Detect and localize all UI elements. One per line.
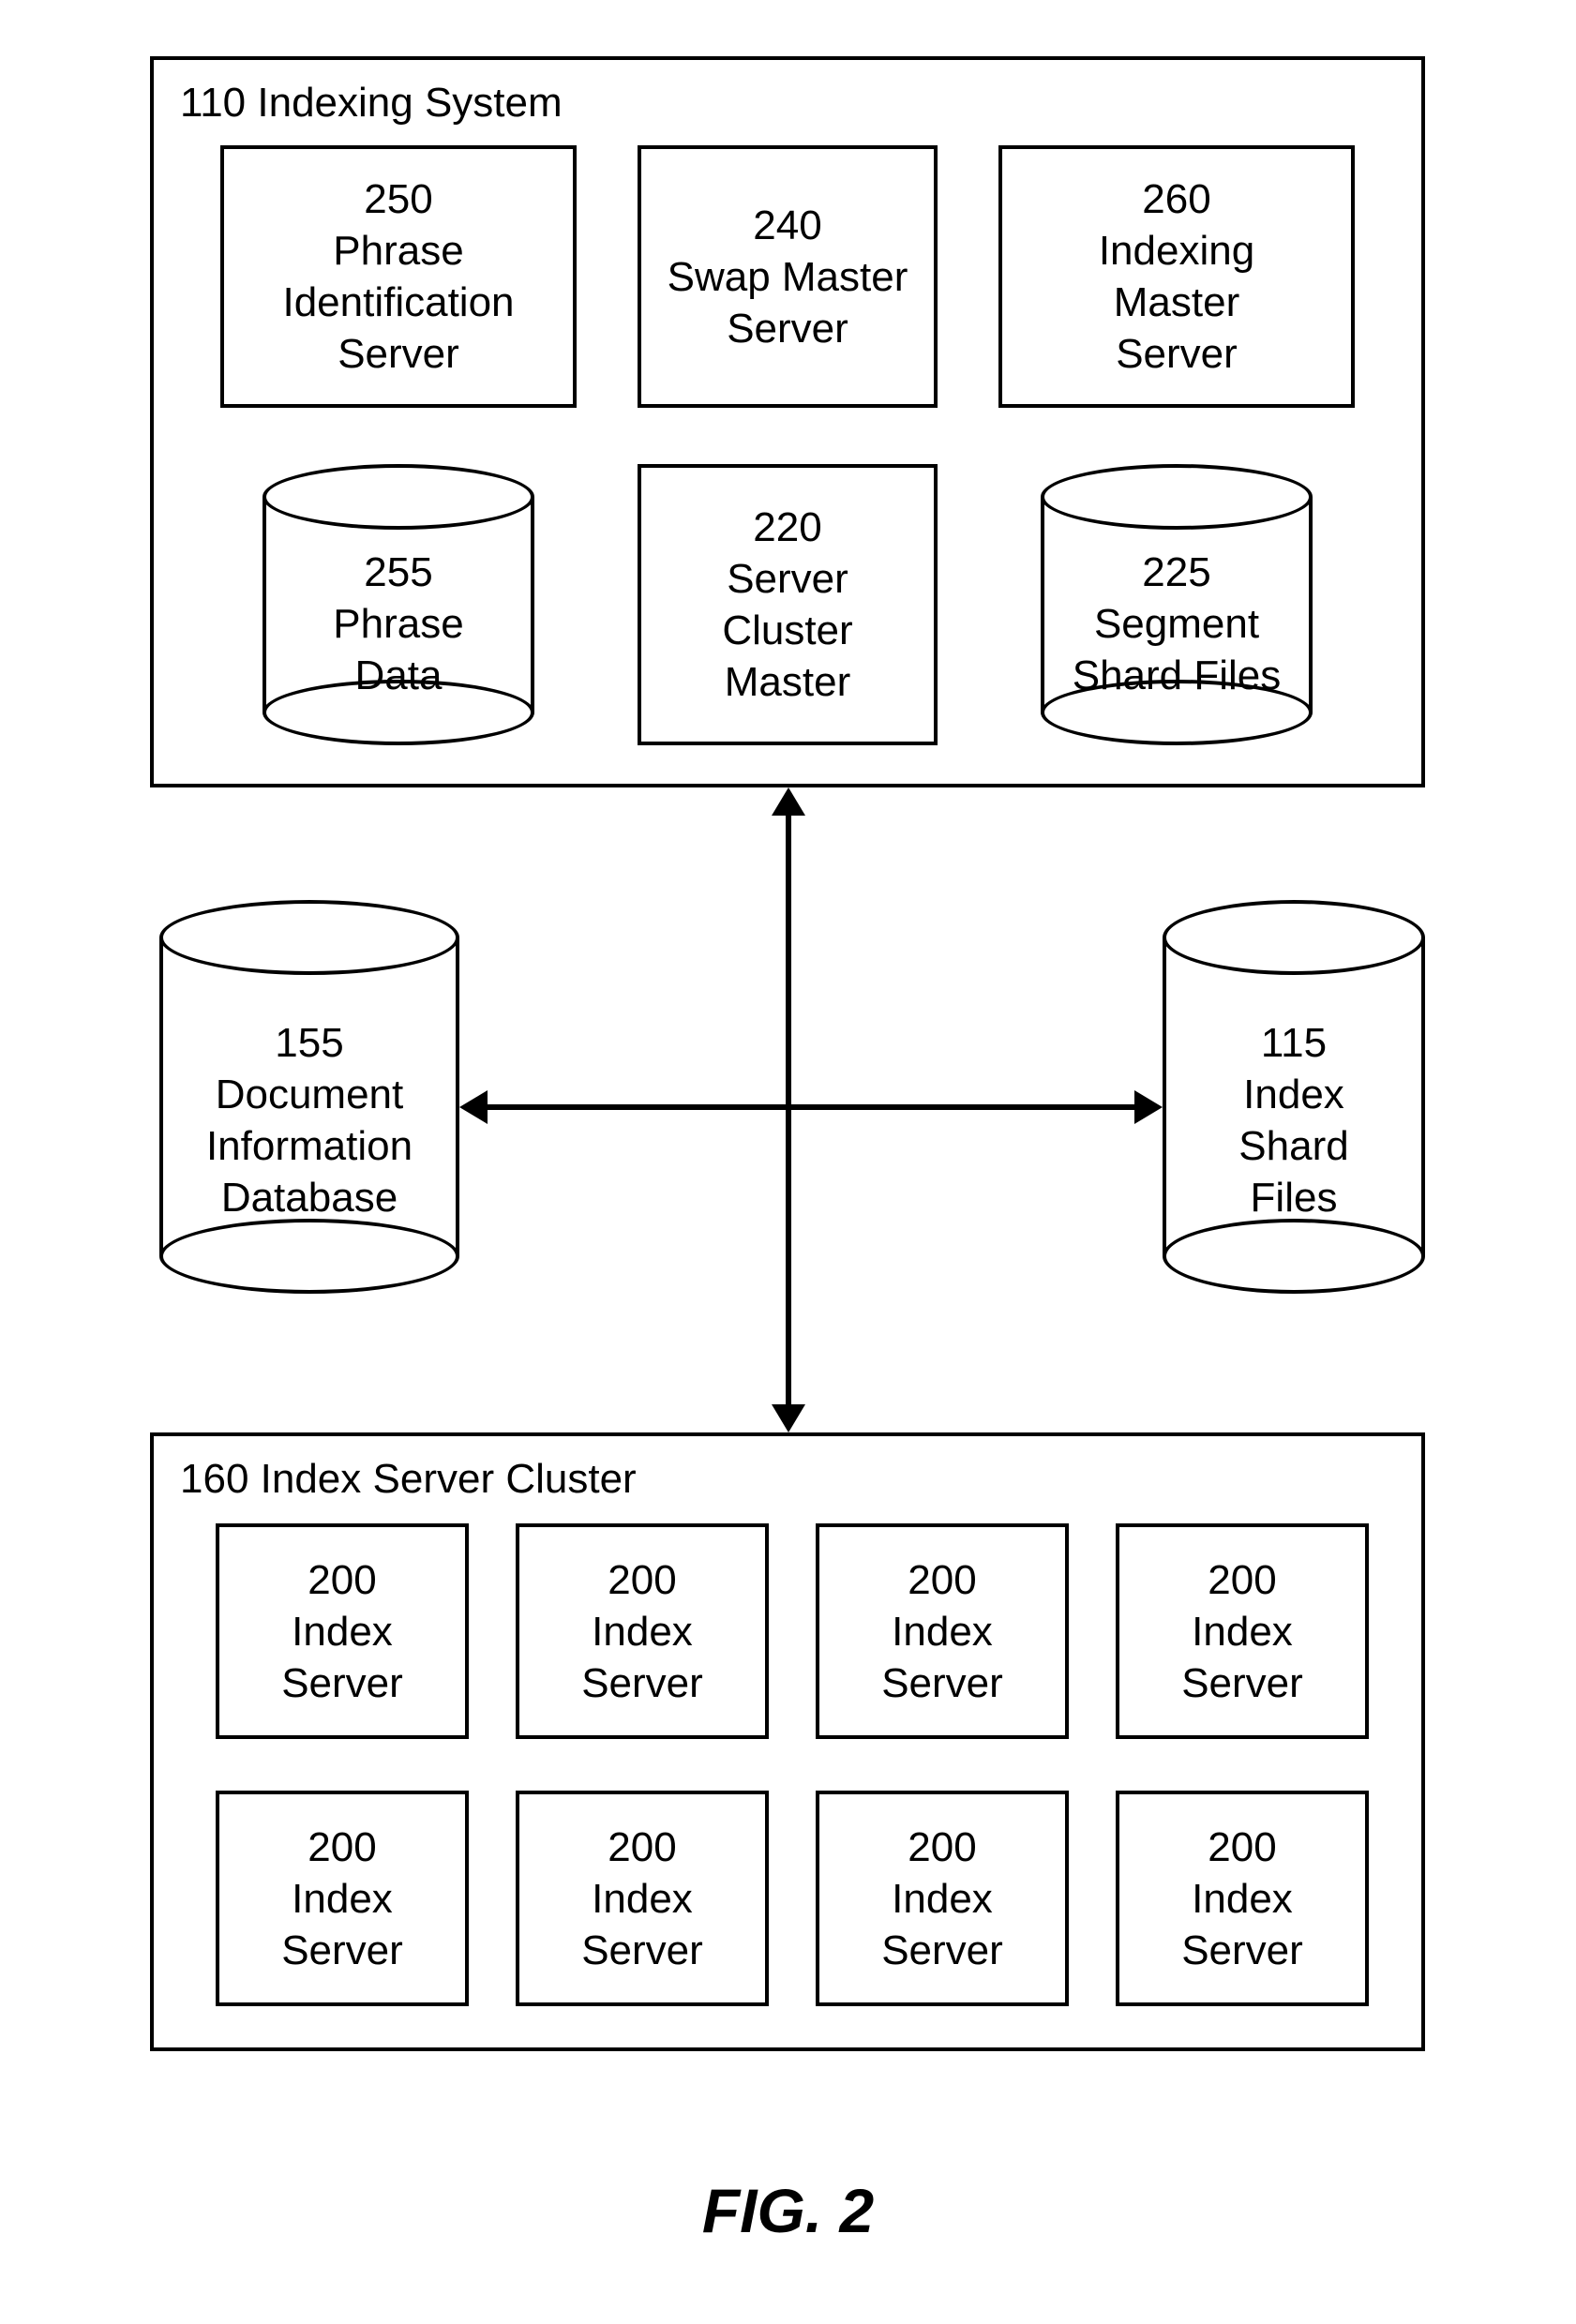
box-line: Index — [1192, 1606, 1293, 1657]
diagram-canvas: 110 Indexing System 250 Phrase Identific… — [0, 0, 1576, 2324]
box-line: Server — [581, 1657, 703, 1709]
arrow-right-head — [1134, 1090, 1163, 1124]
box-index-server: 200 Index Server — [516, 1523, 769, 1739]
arrow-horizontal-line — [484, 1104, 1138, 1110]
box-line: Phrase — [333, 225, 463, 277]
box-line: 200 — [308, 1554, 376, 1606]
box-indexing-master-server: 260 Indexing Master Server — [998, 145, 1355, 408]
arrow-left-head — [459, 1090, 488, 1124]
cylinder-segment-shard-files: 225 Segment Shard Files — [1041, 464, 1313, 745]
box-line: 200 — [1208, 1554, 1276, 1606]
box-line: Server — [281, 1925, 403, 1976]
cyl-line: Database — [221, 1172, 398, 1223]
box-index-server: 200 Index Server — [216, 1791, 469, 2006]
cyl-line: Document — [216, 1069, 404, 1120]
cyl-line: Shard — [1238, 1120, 1348, 1172]
cyl-line: 155 — [275, 1017, 343, 1069]
box-line: 240 — [753, 200, 821, 251]
box-index-server: 200 Index Server — [816, 1523, 1069, 1739]
cyl-line: Segment — [1094, 598, 1259, 650]
cyl-line: Index — [1243, 1069, 1344, 1120]
box-line: 200 — [608, 1822, 676, 1873]
box-phrase-identification-server: 250 Phrase Identification Server — [220, 145, 577, 408]
box-index-server: 200 Index Server — [516, 1791, 769, 2006]
box-line: 260 — [1142, 173, 1210, 225]
box-index-server: 200 Index Server — [1116, 1791, 1369, 2006]
box-line: Index — [292, 1873, 393, 1925]
box-line: Server — [727, 303, 848, 354]
box-line: Index — [1192, 1873, 1293, 1925]
cyl-line: Phrase — [333, 598, 463, 650]
box-line: 200 — [908, 1822, 976, 1873]
cyl-line: Files — [1251, 1172, 1338, 1223]
box-line: Server — [281, 1657, 403, 1709]
box-index-server: 200 Index Server — [816, 1791, 1069, 2006]
box-line: Server — [338, 328, 459, 380]
cyl-line: 115 — [1261, 1017, 1327, 1069]
box-line: 250 — [364, 173, 432, 225]
box-line: 220 — [753, 502, 821, 553]
cyl-line: Data — [355, 650, 443, 701]
cyl-line: Shard Files — [1073, 650, 1282, 701]
arrow-up-head — [772, 787, 805, 816]
box-line: Server — [1181, 1657, 1303, 1709]
box-line: Index — [892, 1606, 993, 1657]
box-swap-master-server: 240 Swap Master Server — [638, 145, 938, 408]
box-line: Cluster — [722, 605, 852, 656]
box-line: 200 — [1208, 1822, 1276, 1873]
box-line: 200 — [308, 1822, 376, 1873]
box-index-server: 200 Index Server — [1116, 1523, 1369, 1739]
box-line: Index — [292, 1606, 393, 1657]
cylinder-index-shard-files: 115 Index Shard Files — [1163, 900, 1425, 1294]
box-server-cluster-master: 220 Server Cluster Master — [638, 464, 938, 745]
cyl-line: Information — [206, 1120, 413, 1172]
cylinder-document-information-database: 155 Document Information Database — [159, 900, 459, 1294]
box-line: Swap Master — [668, 251, 908, 303]
box-line: Server — [1116, 328, 1238, 380]
box-line: Server — [1181, 1925, 1303, 1976]
box-line: Server — [581, 1925, 703, 1976]
box-line: 200 — [908, 1554, 976, 1606]
figure-caption: FIG. 2 — [0, 2175, 1576, 2246]
cyl-line: 225 — [1142, 547, 1210, 598]
group-index-server-cluster-title: 160 Index Server Cluster — [180, 1453, 637, 1505]
box-line: Index — [592, 1606, 693, 1657]
box-line: 200 — [608, 1554, 676, 1606]
box-index-server: 200 Index Server — [216, 1523, 469, 1739]
arrow-down-head — [772, 1404, 805, 1432]
box-line: Master — [1114, 277, 1239, 328]
cylinder-phrase-data: 255 Phrase Data — [263, 464, 534, 745]
box-line: Index — [592, 1873, 693, 1925]
box-line: Server — [881, 1925, 1003, 1976]
box-line: Index — [892, 1873, 993, 1925]
box-line: Indexing — [1099, 225, 1254, 277]
box-line: Identification — [282, 277, 514, 328]
box-line: Server — [881, 1657, 1003, 1709]
box-line: Server — [727, 553, 848, 605]
box-line: Master — [725, 656, 850, 708]
group-indexing-system-title: 110 Indexing System — [180, 77, 563, 128]
cyl-line: 255 — [364, 547, 432, 598]
